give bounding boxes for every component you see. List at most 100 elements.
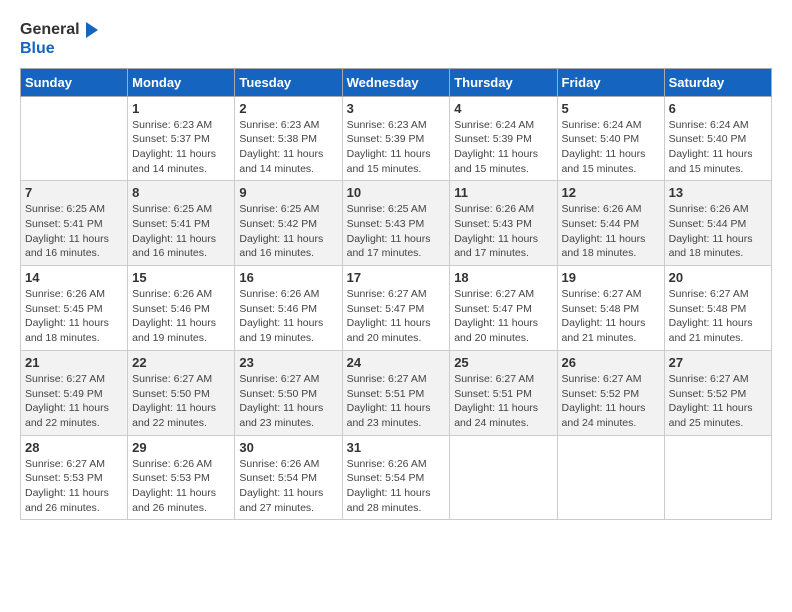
calendar-cell: 27 Sunrise: 6:27 AMSunset: 5:52 PMDayligh… [664, 350, 771, 435]
calendar-cell: 30 Sunrise: 6:26 AMSunset: 5:54 PMDayligh… [235, 435, 342, 520]
logo-arrow-icon [82, 20, 102, 40]
logo: General Blue [20, 20, 102, 58]
calendar-week-row: 28 Sunrise: 6:27 AMSunset: 5:53 PMDayligh… [21, 435, 772, 520]
day-number: 25 [454, 355, 552, 370]
calendar-cell: 3 Sunrise: 6:23 AMSunset: 5:39 PMDaylight… [342, 96, 450, 181]
day-info: Sunrise: 6:26 AMSunset: 5:53 PMDaylight:… [132, 457, 230, 516]
calendar-cell: 15Sunrise: 6:26 AMSunset: 5:46 PMDayligh… [128, 266, 235, 351]
calendar-cell: 18 Sunrise: 6:27 AMSunset: 5:47 PMDayligh… [450, 266, 557, 351]
calendar-cell: 2Sunrise: 6:23 AMSunset: 5:38 PMDaylight… [235, 96, 342, 181]
calendar-cell: 13 Sunrise: 6:26 AMSunset: 5:44 PMDayligh… [664, 181, 771, 266]
calendar-cell: 23 Sunrise: 6:27 AMSunset: 5:50 PMDayligh… [235, 350, 342, 435]
day-info: Sunrise: 6:25 AMSunset: 5:43 PMDaylight:… [347, 202, 446, 261]
calendar-cell: 14 Sunrise: 6:26 AMSunset: 5:45 PMDayligh… [21, 266, 128, 351]
calendar-cell: 25 Sunrise: 6:27 AMSunset: 5:51 PMDayligh… [450, 350, 557, 435]
calendar-cell: 16 Sunrise: 6:26 AMSunset: 5:46 PMDayligh… [235, 266, 342, 351]
day-info: Sunrise: 6:27 AMSunset: 5:48 PMDaylight:… [669, 287, 767, 346]
calendar-cell: 19 Sunrise: 6:27 AMSunset: 5:48 PMDayligh… [557, 266, 664, 351]
day-number: 26 [562, 355, 660, 370]
calendar-week-row: 1 Sunrise: 6:23 AMSunset: 5:37 PMDaylight… [21, 96, 772, 181]
day-info: Sunrise: 6:27 AMSunset: 5:53 PMDaylight:… [25, 457, 123, 516]
day-info: Sunrise: 6:23 AMSunset: 5:39 PMDaylight:… [347, 118, 446, 177]
day-number: 23 [239, 355, 337, 370]
day-info: Sunrise: 6:27 AMSunset: 5:52 PMDaylight:… [669, 372, 767, 431]
page-header: General Blue [20, 20, 772, 58]
day-info: Sunrise: 6:26 AMSunset: 5:44 PMDaylight:… [669, 202, 767, 261]
day-number: 19 [562, 270, 660, 285]
day-number: 21 [25, 355, 123, 370]
calendar-cell: 28 Sunrise: 6:27 AMSunset: 5:53 PMDayligh… [21, 435, 128, 520]
day-number: 12 [562, 185, 660, 200]
day-info: Sunrise: 6:27 AMSunset: 5:51 PMDaylight:… [454, 372, 552, 431]
weekday-header-wednesday: Wednesday [342, 68, 450, 96]
day-info: Sunrise: 6:27 AMSunset: 5:51 PMDaylight:… [347, 372, 446, 431]
day-number: 27 [669, 355, 767, 370]
calendar-cell: 17 Sunrise: 6:27 AMSunset: 5:47 PMDayligh… [342, 266, 450, 351]
day-number: 3 [347, 101, 446, 116]
day-info: Sunrise: 6:26 AMSunset: 5:45 PMDaylight:… [25, 287, 123, 346]
calendar-week-row: 21 Sunrise: 6:27 AMSunset: 5:49 PMDayligh… [21, 350, 772, 435]
day-number: 30 [239, 440, 337, 455]
day-number: 16 [239, 270, 337, 285]
day-number: 7 [25, 185, 123, 200]
calendar-cell: 7 Sunrise: 6:25 AMSunset: 5:41 PMDaylight… [21, 181, 128, 266]
day-number: 1 [132, 101, 230, 116]
logo-wordmark: General Blue [20, 20, 102, 58]
calendar-cell: 5Sunrise: 6:24 AMSunset: 5:40 PMDaylight… [557, 96, 664, 181]
calendar-cell: 21 Sunrise: 6:27 AMSunset: 5:49 PMDayligh… [21, 350, 128, 435]
day-info: Sunrise: 6:26 AMSunset: 5:54 PMDaylight:… [347, 457, 446, 516]
day-number: 17 [347, 270, 446, 285]
calendar-cell: 22Sunrise: 6:27 AMSunset: 5:50 PMDayligh… [128, 350, 235, 435]
day-info: Sunrise: 6:26 AMSunset: 5:54 PMDaylight:… [239, 457, 337, 516]
calendar-cell: 4Sunrise: 6:24 AMSunset: 5:39 PMDaylight… [450, 96, 557, 181]
weekday-header-tuesday: Tuesday [235, 68, 342, 96]
calendar-cell [664, 435, 771, 520]
day-number: 10 [347, 185, 446, 200]
calendar-cell: 1 Sunrise: 6:23 AMSunset: 5:37 PMDaylight… [128, 96, 235, 181]
day-number: 22 [132, 355, 230, 370]
calendar-cell [557, 435, 664, 520]
day-number: 18 [454, 270, 552, 285]
day-info: Sunrise: 6:23 AMSunset: 5:38 PMDaylight:… [239, 118, 337, 177]
weekday-header-row: SundayMondayTuesdayWednesdayThursdayFrid… [21, 68, 772, 96]
calendar-cell: 20Sunrise: 6:27 AMSunset: 5:48 PMDayligh… [664, 266, 771, 351]
day-number: 9 [239, 185, 337, 200]
calendar-table: SundayMondayTuesdayWednesdayThursdayFrid… [20, 68, 772, 521]
day-number: 8 [132, 185, 230, 200]
day-info: Sunrise: 6:27 AMSunset: 5:47 PMDaylight:… [454, 287, 552, 346]
day-info: Sunrise: 6:27 AMSunset: 5:48 PMDaylight:… [562, 287, 660, 346]
weekday-header-saturday: Saturday [664, 68, 771, 96]
day-info: Sunrise: 6:27 AMSunset: 5:49 PMDaylight:… [25, 372, 123, 431]
day-number: 29 [132, 440, 230, 455]
weekday-header-sunday: Sunday [21, 68, 128, 96]
day-info: Sunrise: 6:26 AMSunset: 5:43 PMDaylight:… [454, 202, 552, 261]
calendar-week-row: 7 Sunrise: 6:25 AMSunset: 5:41 PMDaylight… [21, 181, 772, 266]
day-number: 28 [25, 440, 123, 455]
weekday-header-monday: Monday [128, 68, 235, 96]
day-number: 13 [669, 185, 767, 200]
calendar-cell: 6Sunrise: 6:24 AMSunset: 5:40 PMDaylight… [664, 96, 771, 181]
calendar-cell: 29 Sunrise: 6:26 AMSunset: 5:53 PMDayligh… [128, 435, 235, 520]
day-number: 31 [347, 440, 446, 455]
day-number: 11 [454, 185, 552, 200]
day-info: Sunrise: 6:26 AMSunset: 5:44 PMDaylight:… [562, 202, 660, 261]
weekday-header-thursday: Thursday [450, 68, 557, 96]
logo-general: General [20, 21, 80, 39]
day-info: Sunrise: 6:26 AMSunset: 5:46 PMDaylight:… [239, 287, 337, 346]
day-info: Sunrise: 6:25 AMSunset: 5:41 PMDaylight:… [25, 202, 123, 261]
day-info: Sunrise: 6:27 AMSunset: 5:50 PMDaylight:… [239, 372, 337, 431]
calendar-cell: 26 Sunrise: 6:27 AMSunset: 5:52 PMDayligh… [557, 350, 664, 435]
day-info: Sunrise: 6:27 AMSunset: 5:52 PMDaylight:… [562, 372, 660, 431]
calendar-cell: 10 Sunrise: 6:25 AMSunset: 5:43 PMDayligh… [342, 181, 450, 266]
calendar-cell: 11 Sunrise: 6:26 AMSunset: 5:43 PMDayligh… [450, 181, 557, 266]
day-info: Sunrise: 6:27 AMSunset: 5:47 PMDaylight:… [347, 287, 446, 346]
day-number: 24 [347, 355, 446, 370]
logo-blue: Blue [20, 40, 55, 57]
day-number: 14 [25, 270, 123, 285]
day-info: Sunrise: 6:25 AMSunset: 5:42 PMDaylight:… [239, 202, 337, 261]
day-number: 5 [562, 101, 660, 116]
calendar-cell: 8Sunrise: 6:25 AMSunset: 5:41 PMDaylight… [128, 181, 235, 266]
day-info: Sunrise: 6:23 AMSunset: 5:37 PMDaylight:… [132, 118, 230, 177]
calendar-cell [450, 435, 557, 520]
day-info: Sunrise: 6:26 AMSunset: 5:46 PMDaylight:… [132, 287, 230, 346]
